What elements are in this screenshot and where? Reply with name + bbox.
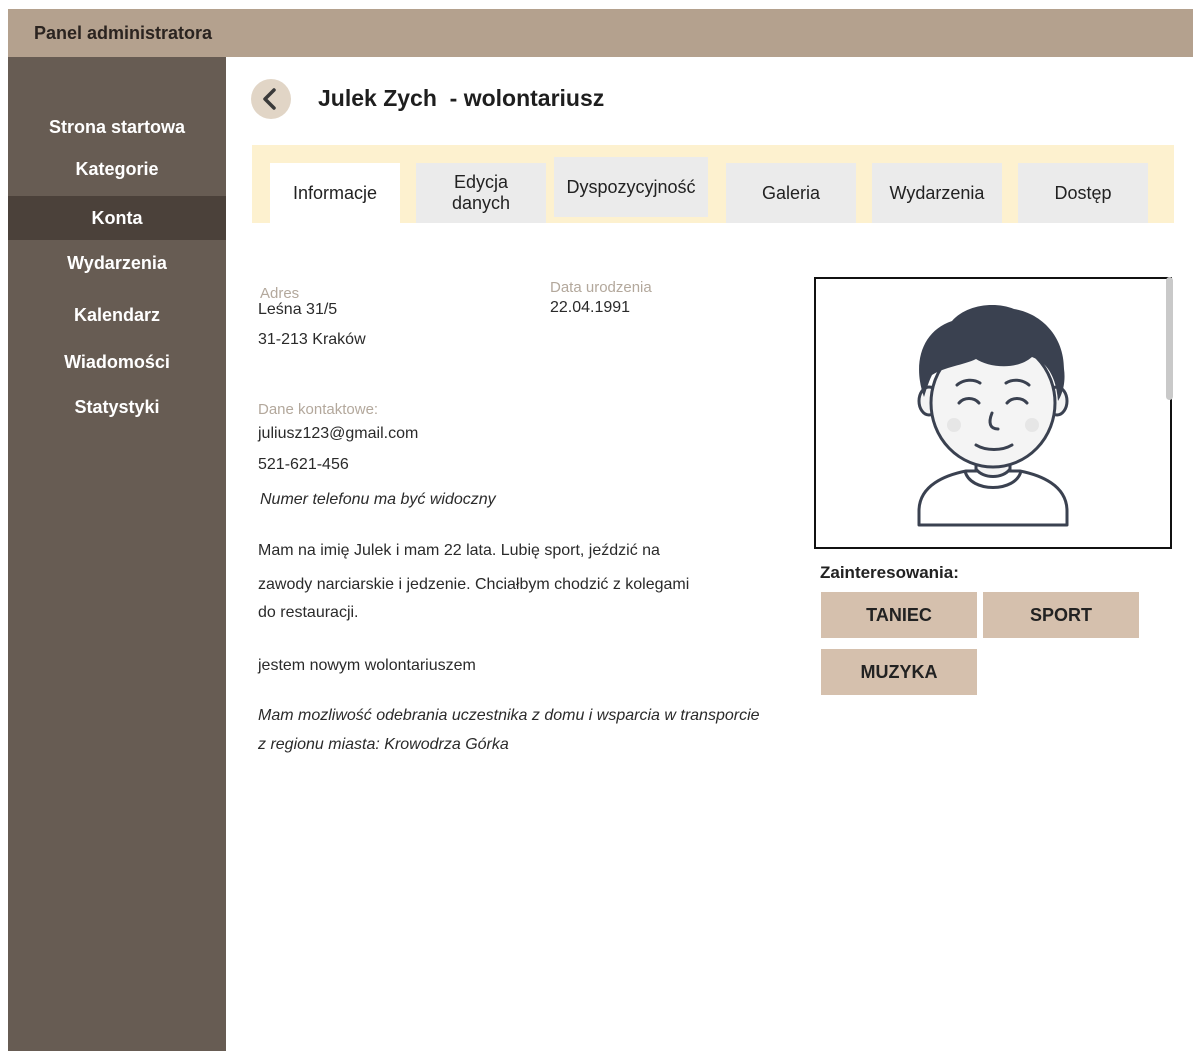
birth-date-label: Data urodzenia: [550, 279, 652, 296]
tab-galeria[interactable]: Galeria: [726, 163, 856, 223]
bio-line-3: do restauracji.: [258, 604, 359, 621]
app-title: Panel administratora: [34, 23, 213, 43]
phone-visibility-note: Numer telefonu ma być widoczny: [260, 491, 496, 508]
sidebar-item-label: Kategorie: [75, 159, 159, 179]
bio-line-1: Mam na imię Julek i mam 22 lata. Lubię s…: [258, 542, 660, 559]
tab-informacje[interactable]: Informacje: [270, 163, 400, 223]
volunteer-status: jestem nowym wolontariuszem: [258, 657, 476, 674]
tab-wydarzenia[interactable]: Wydarzenia: [872, 163, 1002, 223]
interests-title: Zainteresowania:: [820, 563, 959, 582]
sidebar-item-categories[interactable]: Kategorie: [8, 149, 226, 193]
transport-line-2: z regionu miasta: Krowodrza Górka: [258, 736, 509, 753]
sidebar-item-label: Wiadomości: [64, 352, 170, 372]
interest-chip-taniec[interactable]: TANIEC: [821, 592, 977, 638]
top-bar: Panel administratora: [8, 9, 1193, 57]
page-title: Julek Zych - wolontariusz: [318, 85, 605, 111]
email-value: juliusz123@gmail.com: [258, 425, 419, 442]
scrollbar-thumb[interactable]: [1166, 277, 1173, 400]
contact-label: Dane kontaktowe:: [258, 401, 379, 418]
phone-value: 521-621-456: [258, 456, 349, 473]
chevron-left-icon: [263, 88, 276, 110]
back-button[interactable]: [251, 79, 291, 119]
profile-photo: [814, 277, 1172, 549]
transport-line-1: Mam mozliwość odebrania uczestnika z dom…: [258, 707, 760, 724]
tab-dostep[interactable]: Dostęp: [1018, 163, 1148, 223]
interest-chip-sport[interactable]: SPORT: [983, 592, 1139, 638]
address-label: Adres: [260, 285, 300, 302]
sidebar-item-label: Wydarzenia: [67, 253, 167, 273]
interest-chip-muzyka[interactable]: MUZYKA: [821, 649, 977, 695]
sidebar-item-label: Konta: [91, 208, 143, 228]
sidebar-item-statistics[interactable]: Statystyki: [8, 387, 226, 431]
bio-line-2: zawody narciarskie i jedzenie. Chciałbym…: [258, 576, 690, 593]
sidebar-item-label: Kalendarz: [73, 305, 161, 325]
address-line-2: 31-213 Kraków: [258, 331, 366, 348]
user-avatar-icon: [917, 305, 1069, 527]
sidebar-item-messages[interactable]: Wiadomości: [8, 343, 226, 387]
tab-edycja-danych[interactable]: Edycja danych: [416, 163, 546, 223]
main-content: Julek Zych - wolontariusz Informacje Edy…: [226, 57, 1193, 1051]
tab-dyspozycyjnosc[interactable]: Dyspozycyjność: [554, 157, 708, 217]
birth-date-value: 22.04.1991: [550, 299, 631, 316]
sidebar-item-events[interactable]: Wydarzenia: [8, 244, 226, 288]
sidebar-item-start[interactable]: Strona startowa: [8, 105, 226, 149]
sidebar-item-label: Statystyki: [74, 397, 160, 417]
sidebar: Strona startowa Kategorie Konta Wydarzen…: [8, 57, 226, 1051]
sidebar-item-accounts[interactable]: Konta: [8, 196, 226, 240]
sidebar-item-label: Strona startowa: [48, 117, 186, 137]
address-line-1: Leśna 31/5: [258, 301, 338, 318]
tab-bar: Informacje Edycja danych Dyspozycyjność …: [252, 145, 1174, 223]
sidebar-item-calendar[interactable]: Kalendarz: [8, 293, 226, 337]
